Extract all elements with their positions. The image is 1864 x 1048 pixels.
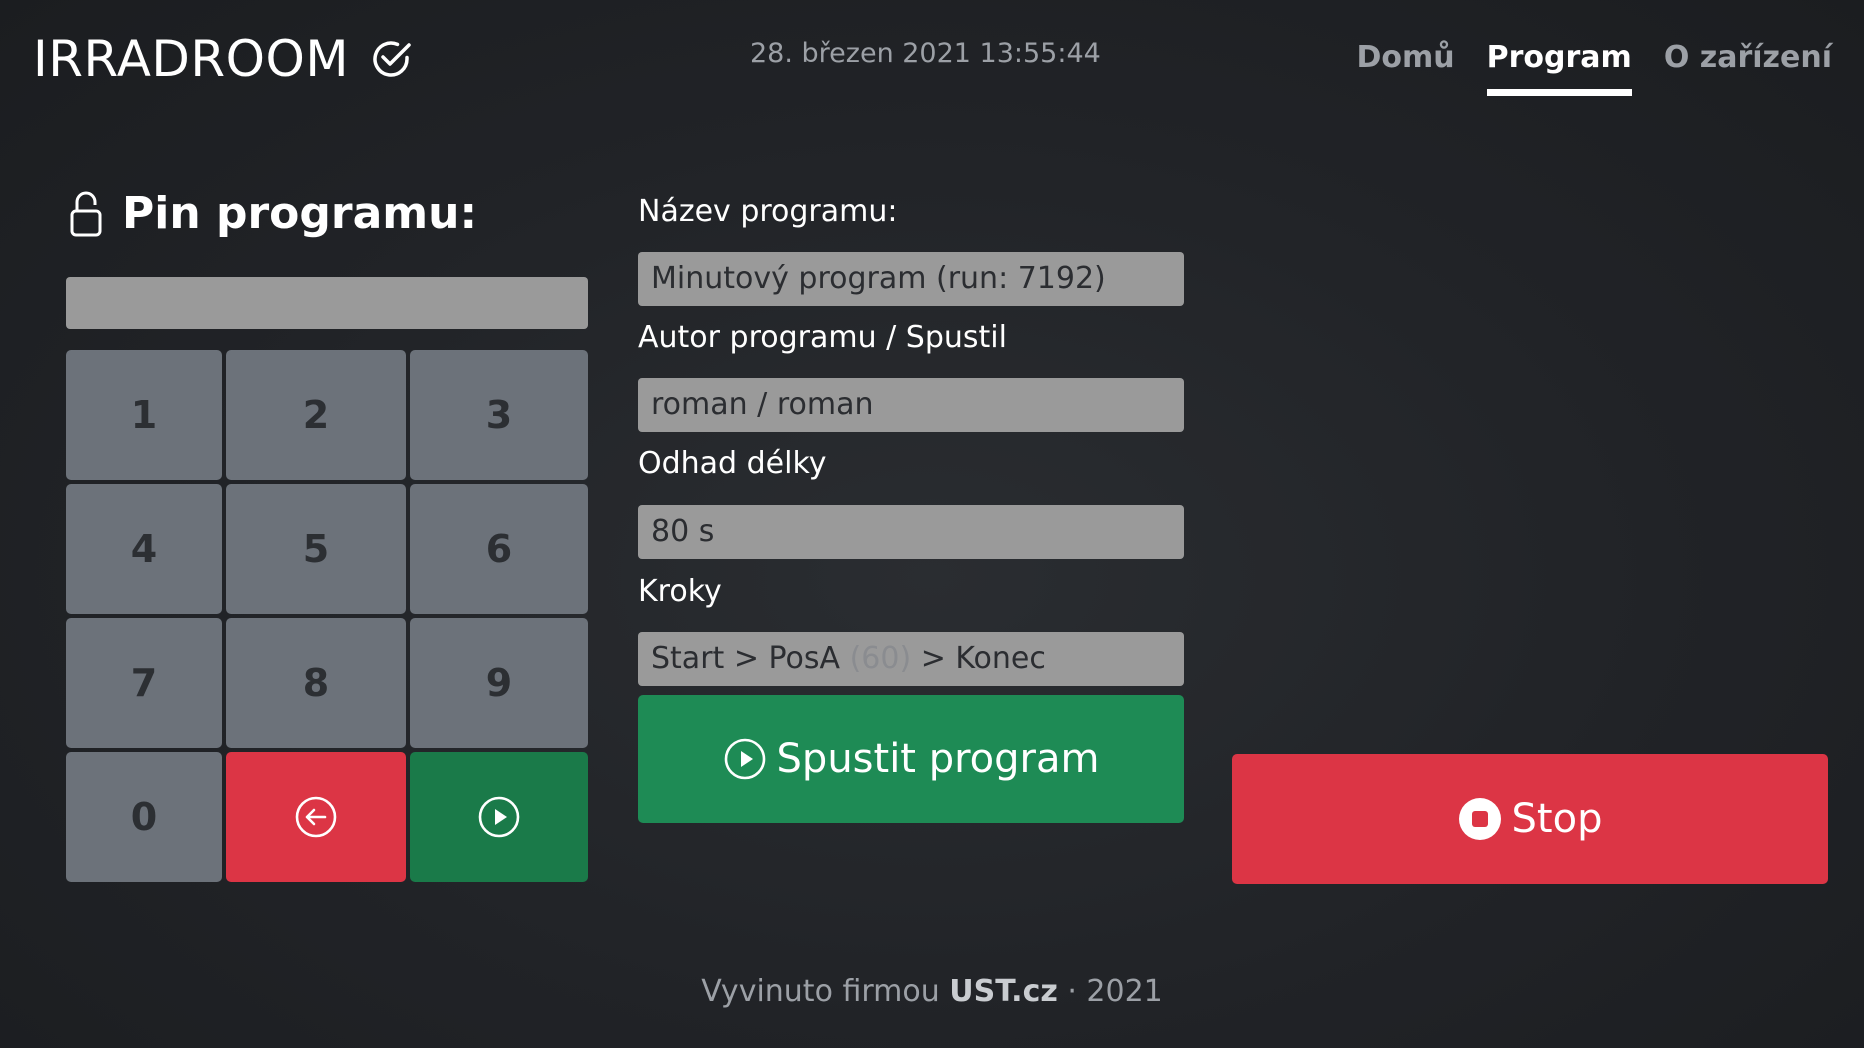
play-circle-icon (724, 738, 765, 780)
nav-item-program[interactable]: Program (1486, 40, 1632, 96)
key-8[interactable]: 8 (226, 618, 406, 748)
key-5[interactable]: 5 (226, 484, 406, 614)
steps-suffix: > Konec (911, 641, 1046, 676)
main-nav: Domů Program O zařízení (1325, 40, 1832, 96)
steps-prefix: Start > PosA (651, 641, 850, 676)
arrow-left-circle-icon (295, 796, 337, 838)
brand-logo[interactable]: IRRADROOM (33, 30, 415, 88)
steps-duration: (60) (849, 641, 912, 676)
run-program-label: Spustit program (776, 736, 1100, 782)
key-6[interactable]: 6 (410, 484, 588, 614)
stop-button[interactable]: Stop (1232, 754, 1828, 884)
key-9[interactable]: 9 (410, 618, 588, 748)
pin-input[interactable] (66, 277, 588, 329)
program-author-label: Autor programu / Spustil (638, 320, 1007, 355)
run-program-button[interactable]: Spustit program (638, 695, 1184, 823)
footer-company-link[interactable]: UST.cz (949, 974, 1058, 1009)
header: IRRADROOM 28. březen 2021 13:55:44 Domů … (0, 0, 1864, 130)
steps-label: Kroky (638, 574, 722, 609)
footer-prefix: Vyvinuto firmou (701, 974, 950, 1009)
key-1[interactable]: 1 (66, 350, 222, 480)
pin-keypad: 1 2 3 4 5 6 7 8 9 0 (66, 350, 588, 882)
pin-title-label: Pin programu: (122, 188, 478, 239)
nav-item-home[interactable]: Domů (1357, 40, 1455, 89)
backspace-button[interactable] (226, 752, 406, 882)
key-4[interactable]: 4 (66, 484, 222, 614)
program-author-field: roman / roman (638, 378, 1184, 432)
stop-label: Stop (1511, 796, 1603, 842)
key-7[interactable]: 7 (66, 618, 222, 748)
pin-submit-button[interactable] (410, 752, 588, 882)
program-name-label: Název programu: (638, 194, 898, 229)
key-0[interactable]: 0 (66, 752, 222, 882)
nav-item-about[interactable]: O zařízení (1664, 40, 1832, 89)
key-2[interactable]: 2 (226, 350, 406, 480)
stop-circle-icon (1458, 798, 1501, 840)
footer: Vyvinuto firmou UST.cz · 2021 (0, 974, 1864, 1009)
play-circle-icon (478, 796, 520, 838)
pin-title: Pin programu: (68, 188, 477, 239)
duration-label: Odhad délky (638, 446, 827, 481)
key-3[interactable]: 3 (410, 350, 588, 480)
steps-field: Start > PosA (60) > Konec (638, 632, 1184, 686)
program-name-field: Minutový program (run: 7192) (638, 252, 1184, 306)
brand-name: IRRADROOM (33, 30, 349, 88)
duration-field: 80 s (638, 505, 1184, 559)
footer-suffix: · 2021 (1057, 974, 1163, 1009)
check-circle-icon (373, 41, 411, 77)
lock-icon (70, 191, 102, 236)
datetime: 28. březen 2021 13:55:44 (750, 38, 1101, 69)
